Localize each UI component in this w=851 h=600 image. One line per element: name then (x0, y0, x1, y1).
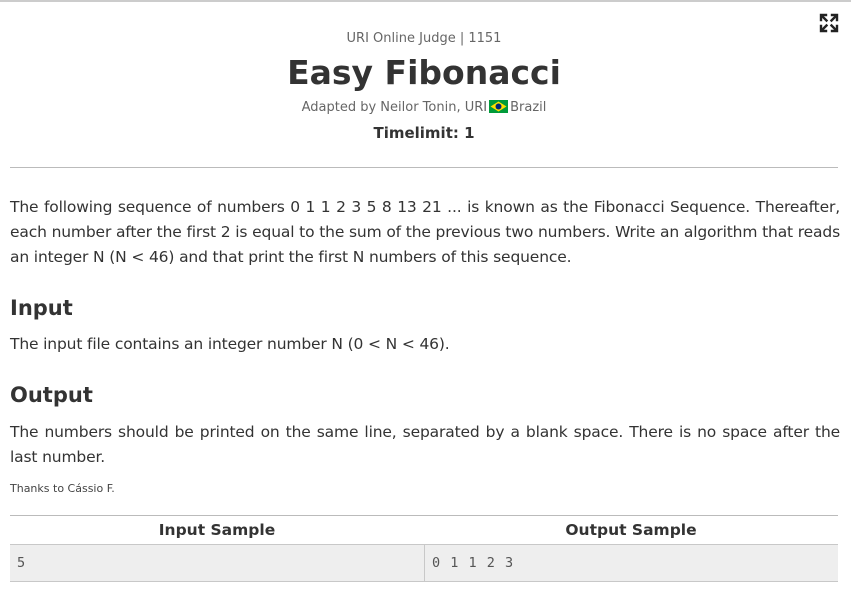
input-sample-column: Input Sample 5 (10, 516, 424, 582)
problem-title: Easy Fibonacci (287, 53, 561, 92)
output-heading: Output (10, 383, 93, 407)
thanks-note: Thanks to Cássio F. (10, 482, 115, 495)
author-line: Adapted by Neilor Tonin, URI Brazil (10, 100, 838, 116)
input-description: The input file contains an integer numbe… (10, 335, 450, 353)
header-divider (10, 167, 838, 168)
judge-line: URI Online Judge | 1151 (346, 31, 502, 46)
output-sample-header: Output Sample (565, 521, 697, 539)
author-text: Adapted by Neilor Tonin, URI (301, 100, 488, 115)
brazil-flag-icon (489, 100, 509, 113)
input-sample-header: Input Sample (158, 521, 276, 539)
problem-description: The following sequence of numbers 0 1 1 … (10, 198, 840, 266)
frame-top-border (0, 0, 851, 2)
input-sample-value[interactable]: 5 (10, 544, 424, 582)
output-sample-column: Output Sample 0 1 1 2 3 (424, 516, 838, 582)
input-heading: Input (10, 296, 73, 320)
country-text: Brazil (510, 100, 547, 115)
output-sample-value[interactable]: 0 1 1 2 3 (424, 544, 838, 582)
output-description: The numbers should be printed on the sam… (10, 423, 840, 466)
timelimit: Timelimit: 1 (373, 124, 475, 142)
